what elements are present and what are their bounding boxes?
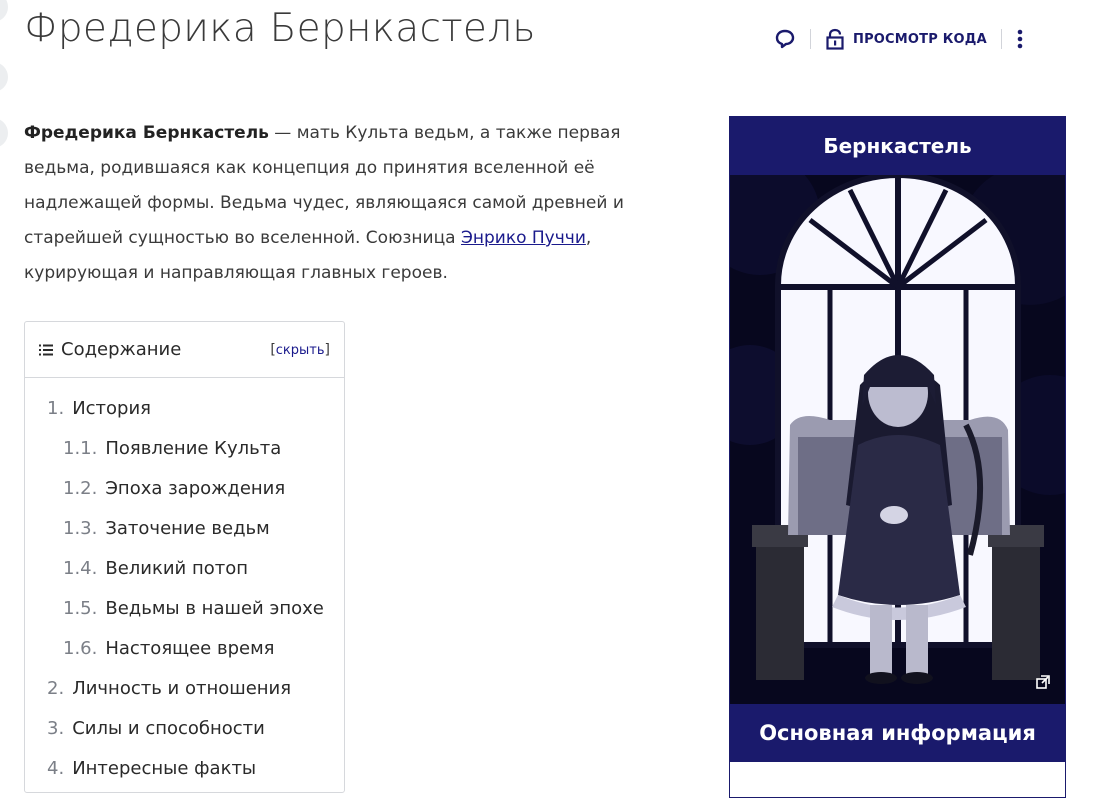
toc-item[interactable]: 3. Силы и способности bbox=[25, 709, 344, 749]
left-rail-button[interactable] bbox=[0, 62, 8, 92]
page-actions: ПРОСМОТР КОДА bbox=[774, 24, 1024, 54]
toc-item-label: История bbox=[72, 398, 151, 419]
speech-bubble-icon bbox=[775, 29, 795, 49]
toc-item[interactable]: 1.3. Заточение ведьм bbox=[25, 509, 344, 549]
toc-item-label: Настоящее время bbox=[105, 638, 275, 659]
toc-item-label: Ведьмы в нашей эпохе bbox=[105, 598, 324, 619]
toc-item-number: 1.4. bbox=[63, 558, 98, 579]
toc-item-label: Великий потоп bbox=[105, 558, 249, 579]
kebab-menu-icon bbox=[1017, 29, 1023, 49]
left-rail-button[interactable] bbox=[0, 118, 8, 148]
toc-item[interactable]: 2. Личность и отношения bbox=[25, 669, 344, 709]
infobox-section-header: Основная информация bbox=[730, 704, 1065, 762]
lock-icon bbox=[826, 28, 844, 50]
toc-item-label: Появление Культа bbox=[105, 438, 282, 459]
toc-item[interactable]: 1.6. Настоящее время bbox=[25, 629, 344, 669]
bracket-close: ] bbox=[324, 341, 330, 358]
toc-item-number: 2. bbox=[47, 678, 65, 699]
toc-hide-link[interactable]: скрыть bbox=[276, 343, 325, 358]
comments-button[interactable] bbox=[774, 24, 796, 54]
toc-item-label: Заточение ведьм bbox=[105, 518, 270, 539]
enrico-pucci-link[interactable]: Энрико Пуччи bbox=[461, 228, 586, 248]
infobox: Бернкастель Основная информация bbox=[729, 116, 1066, 798]
toc-item-label: Эпоха зарождения bbox=[105, 478, 286, 499]
expand-icon[interactable] bbox=[1035, 674, 1051, 690]
toc-list: 1. История 1.1. Появление Культа 1.2. Эпоха… bbox=[25, 378, 344, 789]
toc-item-number: 1.1. bbox=[63, 438, 98, 459]
toc-header: Содержание [скрыть] bbox=[25, 322, 344, 378]
toc-item-label: Личность и отношения bbox=[72, 678, 292, 699]
list-icon bbox=[39, 344, 53, 355]
intro-paragraph: Фредерика Бернкастель — мать Культа ведь… bbox=[24, 116, 679, 291]
toc-item[interactable]: 1.2. Эпоха зарождения bbox=[25, 469, 344, 509]
toc-item-number: 1.2. bbox=[63, 478, 98, 499]
toc-item[interactable]: 1.1. Появление Культа bbox=[25, 429, 344, 469]
toc-item[interactable]: 1.4. Великий потоп bbox=[25, 549, 344, 589]
toc-item[interactable]: 1.5. Ведьмы в нашей эпохе bbox=[25, 589, 344, 629]
divider bbox=[810, 29, 811, 49]
toc-item-number: 1.3. bbox=[63, 518, 98, 539]
infobox-title: Бернкастель bbox=[730, 117, 1065, 175]
toc-item[interactable]: 1. История bbox=[25, 389, 344, 429]
view-code-label: ПРОСМОТР КОДА bbox=[853, 31, 987, 47]
toc-item-label: Интересные факты bbox=[72, 758, 257, 779]
view-code-button[interactable]: ПРОСМОТР КОДА bbox=[825, 24, 987, 54]
more-options-button[interactable] bbox=[1016, 24, 1024, 54]
toc-item-number: 3. bbox=[47, 718, 65, 739]
toc-item[interactable]: 4. Интересные факты bbox=[25, 749, 344, 789]
divider bbox=[1000, 29, 1002, 49]
table-of-contents: Содержание [скрыть] 1. История 1.1. Появле… bbox=[24, 321, 345, 793]
left-rail-button[interactable] bbox=[0, 0, 8, 22]
character-illustration bbox=[730, 175, 1065, 704]
character-image[interactable] bbox=[730, 175, 1065, 704]
toc-item-number: 4. bbox=[47, 758, 65, 779]
toc-toggle: [скрыть] bbox=[270, 342, 330, 358]
toc-item-label: Силы и способности bbox=[72, 718, 265, 739]
toc-title: Содержание bbox=[61, 339, 182, 360]
page-title: Фредерика Бернкастель bbox=[24, 6, 536, 51]
toc-item-number: 1. bbox=[47, 398, 65, 419]
toc-item-number: 1.6. bbox=[63, 638, 98, 659]
intro-name: Фредерика Бернкастель bbox=[24, 123, 269, 143]
toc-item-number: 1.5. bbox=[63, 598, 98, 619]
